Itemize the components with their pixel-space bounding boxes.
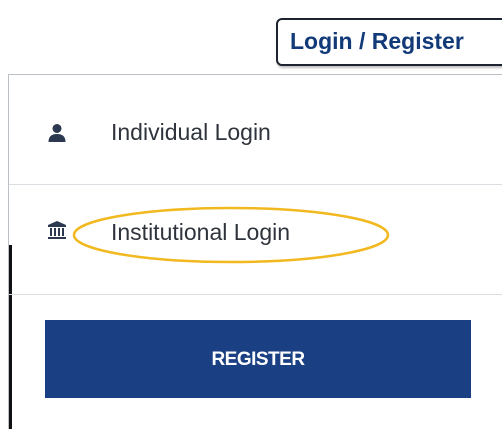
institution-icon [47, 220, 67, 240]
individual-login-item[interactable]: Individual Login [9, 75, 502, 185]
institutional-login-item[interactable]: Institutional Login [9, 185, 502, 295]
institutional-login-label: Institutional Login [111, 219, 291, 245]
login-dropdown-menu: Individual Login Institutional Login REG… [8, 74, 502, 429]
individual-login-label: Individual Login [111, 119, 271, 145]
user-icon [47, 123, 67, 143]
register-label: REGISTER [211, 349, 305, 370]
login-register-button[interactable]: Login / Register [276, 18, 502, 66]
register-button[interactable]: REGISTER [45, 320, 471, 398]
login-register-label: Login / Register [290, 28, 464, 54]
page: Login / Register Individual Login Instit… [0, 0, 502, 429]
